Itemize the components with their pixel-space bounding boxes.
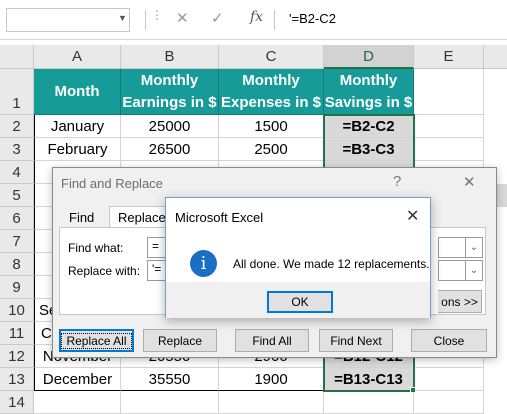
message-box: Microsoft Excel ✕ i All done. We made 12… <box>165 197 431 318</box>
tab-find[interactable]: Find <box>61 206 102 228</box>
find-what-dropdown-icon[interactable]: ⌄ <box>465 237 483 258</box>
table-cell[interactable]: January <box>34 115 121 138</box>
table-cell[interactable]: 2500 <box>219 138 324 161</box>
table-cell[interactable]: 25000 <box>121 115 219 138</box>
row-header[interactable]: 12 <box>0 345 34 368</box>
formula-bar: ▼ ⋮ ✕ ✓ fx '=B2-C2 <box>0 0 507 40</box>
formula-input[interactable]: '=B2-C2 <box>289 11 336 26</box>
help-icon[interactable]: ? <box>393 173 401 190</box>
row-header[interactable]: 4 <box>0 161 34 184</box>
row-header[interactable]: 13 <box>0 368 34 391</box>
header-cell-expenses[interactable]: Monthly Expenses in $ <box>219 69 324 115</box>
find-what-input-tail[interactable] <box>438 237 468 258</box>
formula-bar-grip-icon[interactable]: ⋮ <box>151 8 163 22</box>
table-cell[interactable] <box>121 391 219 414</box>
row-header[interactable]: 9 <box>0 276 34 299</box>
row-header[interactable]: 2 <box>0 115 34 138</box>
dialog-title: Find and Replace <box>61 176 163 191</box>
table-cell[interactable]: 35550 <box>121 368 219 391</box>
find-all-button[interactable]: Find All <box>235 329 309 352</box>
cancel-icon[interactable]: ✕ <box>176 9 189 27</box>
table-cell[interactable]: 26500 <box>121 138 219 161</box>
info-icon: i <box>190 250 217 277</box>
replace-with-input-tail[interactable] <box>438 260 468 281</box>
message-box-title: Microsoft Excel <box>175 210 264 225</box>
select-all-corner[interactable] <box>0 45 34 69</box>
find-what-input[interactable]: = <box>147 237 167 258</box>
fill-handle[interactable] <box>410 387 416 393</box>
row-header[interactable]: 10 <box>0 299 34 322</box>
insert-function-icon[interactable]: fx <box>250 9 263 25</box>
table-cell[interactable]: December <box>34 368 121 391</box>
table-cell[interactable] <box>414 138 484 161</box>
close-icon[interactable]: ✕ <box>463 173 476 191</box>
enter-icon[interactable]: ✓ <box>211 9 224 27</box>
table-cell[interactable]: 1900 <box>219 368 324 391</box>
close-button[interactable]: Close <box>411 329 487 352</box>
row-header[interactable]: 5 <box>0 184 34 207</box>
divider <box>274 10 275 30</box>
table-cell[interactable] <box>497 184 507 207</box>
row-header[interactable]: 14 <box>0 391 34 414</box>
column-header-b[interactable]: B <box>121 45 219 69</box>
ok-button[interactable]: OK <box>267 291 333 313</box>
replace-button[interactable]: Replace <box>143 329 217 352</box>
row-header[interactable]: 8 <box>0 253 34 276</box>
row-header[interactable]: 6 <box>0 207 34 230</box>
table-cell[interactable] <box>414 391 484 414</box>
replace-all-button[interactable]: Replace All <box>59 329 134 352</box>
table-cell[interactable] <box>34 253 54 276</box>
find-next-button[interactable]: Find Next <box>319 329 393 352</box>
close-icon[interactable]: ✕ <box>406 206 419 226</box>
table-cell[interactable]: =B13-C13 <box>324 368 414 391</box>
options-button[interactable]: ons >> <box>438 290 482 313</box>
replace-with-dropdown-icon[interactable]: ⌄ <box>465 260 483 281</box>
table-cell[interactable] <box>414 368 484 391</box>
table-cell[interactable] <box>34 391 121 414</box>
header-cell-earnings[interactable]: Monthly Earnings in $ <box>121 69 219 115</box>
name-box[interactable] <box>6 8 130 32</box>
table-cell[interactable] <box>34 276 54 299</box>
table-cell[interactable] <box>414 115 484 138</box>
row-header[interactable]: 11 <box>0 322 34 345</box>
column-header-f[interactable] <box>484 45 507 69</box>
column-header-c[interactable]: C <box>219 45 324 69</box>
table-cell[interactable]: Se <box>34 299 54 322</box>
name-box-dropdown-icon[interactable]: ▼ <box>118 13 127 23</box>
table-cell[interactable]: 1500 <box>219 115 324 138</box>
table-cell[interactable]: C <box>34 322 54 345</box>
table-cell[interactable] <box>219 391 324 414</box>
table-cell[interactable] <box>34 230 54 253</box>
table-cell[interactable] <box>34 184 54 207</box>
header-cell-month[interactable]: Month <box>34 69 121 115</box>
find-what-label: Find what: <box>68 241 124 255</box>
table-cell[interactable]: =B2-C2 <box>324 115 414 138</box>
table-cell[interactable] <box>34 207 54 230</box>
table-cell[interactable] <box>324 391 414 414</box>
row-header[interactable]: 1 <box>0 69 34 115</box>
column-header-e[interactable]: E <box>414 45 484 69</box>
column-header-a[interactable]: A <box>34 45 121 69</box>
table-cell[interactable]: February <box>34 138 121 161</box>
row-header[interactable]: 7 <box>0 230 34 253</box>
replace-with-input[interactable]: '= <box>147 260 167 281</box>
message-text: All done. We made 12 replacements. <box>233 257 430 271</box>
table-cell[interactable] <box>414 69 484 115</box>
column-header-d[interactable]: D <box>324 45 414 69</box>
header-cell-savings[interactable]: Monthly Savings in $ <box>324 69 414 115</box>
divider <box>145 10 146 30</box>
table-cell[interactable]: =B3-C3 <box>324 138 414 161</box>
replace-with-label: Replace with: <box>68 264 141 278</box>
row-header[interactable]: 3 <box>0 138 34 161</box>
